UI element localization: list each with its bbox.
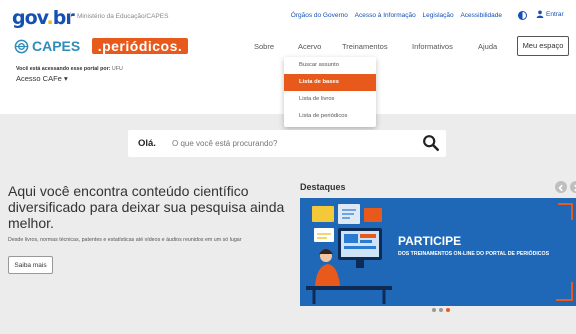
menu-item-lista-de-periodicos[interactable]: Lista de periódicos (284, 108, 376, 125)
cafe-access-dropdown[interactable]: Acesso CAFe ▾ (16, 74, 68, 83)
search-box: Olá. (128, 130, 446, 157)
portal-access-info: Você está acessando esse portal por: UFU (16, 66, 123, 72)
capes-emblem-icon (14, 39, 29, 53)
chevron-left-icon (558, 184, 563, 192)
carousel-prev-button[interactable] (555, 181, 567, 193)
gov-bar: gov.br Ministério da Educação/CAPES Órgã… (0, 0, 576, 34)
logo-part-gov: gov (12, 7, 47, 29)
gov-links: Órgãos do Governo Acesso à Informação Le… (286, 12, 502, 19)
contrast-icon[interactable] (518, 11, 527, 20)
nav-treinamentos[interactable]: Treinamentos (342, 42, 388, 51)
acervo-dropdown-menu: Buscar assunto Lista de bases Lista de l… (284, 57, 376, 127)
capes-logo[interactable]: CAPES (14, 38, 80, 54)
hero-description: Desde livros, normas técnicas, patentes … (8, 237, 242, 243)
highlights-title: Destaques (300, 182, 346, 192)
cafe-label: Acesso CAFe (16, 74, 62, 83)
capes-label: CAPES (32, 38, 81, 54)
carousel-next-button[interactable] (570, 181, 576, 193)
banner-frame-decoration (556, 203, 573, 301)
access-institution: UFU (111, 66, 123, 72)
carousel-dot-3[interactable] (446, 308, 450, 312)
nav-ajuda[interactable]: Ajuda (478, 42, 497, 51)
link-acesso-informacao[interactable]: Acesso à Informação (355, 12, 416, 19)
carousel-dot-1[interactable] (432, 308, 436, 312)
carousel-dot-2[interactable] (439, 308, 443, 312)
menu-item-lista-de-livros[interactable]: Lista de livros (284, 91, 376, 108)
periodicos-logo[interactable]: .periódicos. (92, 38, 188, 54)
menu-item-lista-de-bases[interactable]: Lista de bases (284, 74, 376, 91)
meu-espaco-button[interactable]: Meu espaço (517, 36, 569, 56)
login-button[interactable]: Entrar (536, 10, 564, 18)
nav-informativos[interactable]: Informativos (412, 42, 453, 51)
nav-acervo[interactable]: Acervo (298, 42, 321, 51)
search-input[interactable] (172, 135, 408, 152)
search-greeting: Olá. (138, 138, 156, 149)
saiba-mais-button[interactable]: Saiba mais (8, 256, 53, 274)
govbr-logo[interactable]: gov.br (12, 7, 75, 29)
ministry-label: Ministério da Educação/CAPES (70, 12, 168, 21)
search-icon[interactable] (422, 134, 440, 152)
hero-title: Aqui você encontra conteúdo científico d… (8, 183, 285, 231)
chevron-right-icon (574, 184, 576, 192)
link-orgaos-governo[interactable]: Órgãos do Governo (291, 12, 348, 19)
access-text: Você está acessando esse portal por: (16, 66, 111, 72)
highlight-banner[interactable]: PARTICIPE DOS TREINAMENTOS ON-LINE DO PO… (300, 198, 576, 306)
link-legislacao[interactable]: Legislação (423, 12, 454, 19)
menu-item-buscar-assunto[interactable]: Buscar assunto (284, 57, 376, 74)
login-label: Entrar (546, 10, 564, 18)
caret-down-icon: ▾ (63, 74, 68, 83)
link-acessibilidade[interactable]: Acessibilidade (460, 12, 502, 19)
nav-sobre[interactable]: Sobre (254, 42, 274, 51)
user-icon (536, 10, 544, 18)
